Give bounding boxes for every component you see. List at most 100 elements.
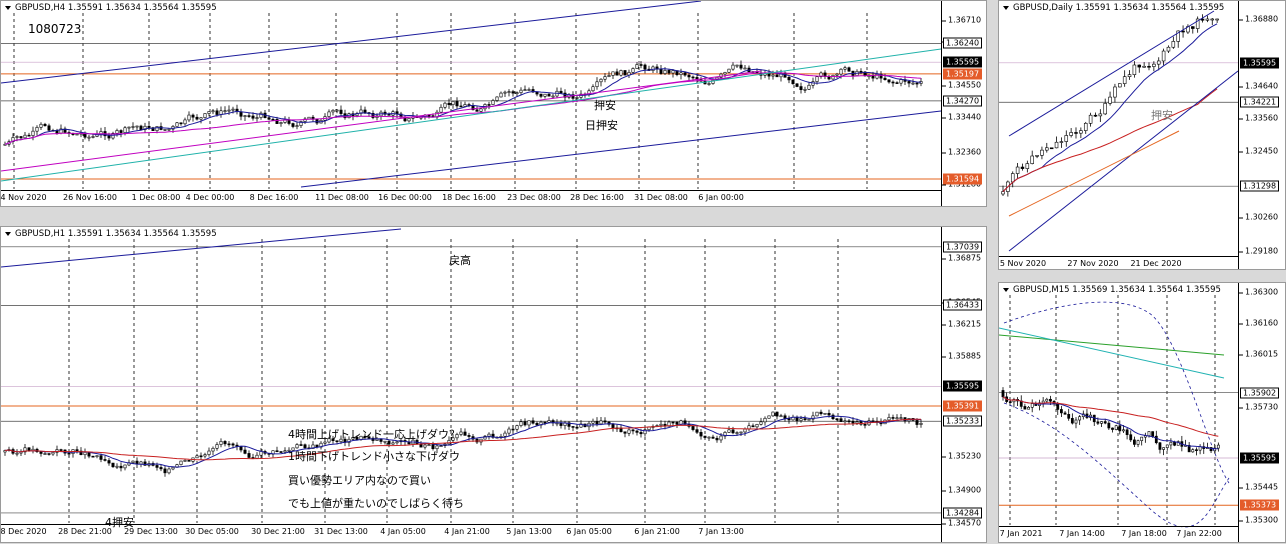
time-tick-label: 26 Nov 16:00 bbox=[63, 193, 117, 202]
h1-chart-canvas[interactable] bbox=[1, 227, 988, 544]
time-tick-label: 16 Dec 00:00 bbox=[378, 193, 432, 202]
candle-body bbox=[15, 452, 19, 455]
candle-body bbox=[455, 101, 459, 107]
candle-body bbox=[295, 125, 299, 127]
candle-body bbox=[1023, 406, 1027, 410]
candle-body bbox=[1049, 147, 1054, 150]
collapse-triangle-icon[interactable] bbox=[1003, 5, 1009, 10]
time-tick-label: 7 Jan 13:00 bbox=[698, 527, 744, 536]
price-level-label: 1.35391 bbox=[943, 400, 983, 412]
candle-body bbox=[1191, 26, 1195, 29]
time-tick-label: 21 Dec 2020 bbox=[1130, 259, 1182, 268]
candle-body bbox=[803, 88, 807, 91]
candle-body bbox=[743, 67, 747, 70]
candle-body bbox=[1162, 447, 1165, 450]
candle-body bbox=[623, 431, 627, 434]
candle-body bbox=[1078, 416, 1082, 421]
h1-annotation-modoritaka: 戻高 bbox=[449, 254, 471, 267]
candle-body bbox=[447, 102, 451, 105]
candle-body bbox=[323, 441, 327, 444]
trend-line bbox=[1008, 130, 1180, 217]
candle-body bbox=[791, 79, 795, 85]
candle-body bbox=[231, 108, 235, 111]
candle-body bbox=[1020, 166, 1025, 169]
candle-body bbox=[339, 109, 343, 114]
price-tick-label: 1.36160 bbox=[1238, 318, 1279, 328]
h4-time-axis[interactable]: 24 Nov 2020 26 Nov 16:00 1 Dec 08:00 4 Dec … bbox=[0, 190, 941, 205]
candle-body bbox=[255, 117, 259, 119]
time-tick-label: 30 Dec 21:00 bbox=[251, 527, 305, 536]
candle-body bbox=[1140, 436, 1144, 441]
collapse-triangle-icon[interactable] bbox=[5, 231, 11, 236]
h4-chart-title: GBPUSD,H4 1.35591 1.35634 1.35564 1.3559… bbox=[5, 3, 217, 13]
candle-body bbox=[1181, 30, 1185, 33]
candle-body bbox=[1132, 64, 1137, 75]
candle-body bbox=[175, 122, 179, 127]
candle-body bbox=[115, 130, 119, 134]
candle-body bbox=[775, 74, 779, 78]
h1-price-axis[interactable]: 1.368751.365451.362151.358851.352301.349… bbox=[941, 227, 989, 542]
candle-body bbox=[599, 78, 603, 83]
h1-comment-line-1: 4時間上げトレンド一応上げダウ？ bbox=[288, 428, 460, 441]
candle-body bbox=[171, 467, 175, 470]
daily-price-axis[interactable]: 1.36880 1.34640 1.33560 1.32450 1.30260 1.291… bbox=[1238, 1, 1286, 269]
candle-body bbox=[603, 420, 607, 423]
candle-body bbox=[1079, 130, 1083, 134]
candle-body bbox=[1015, 166, 1020, 174]
candle-body bbox=[131, 126, 135, 128]
candle-body bbox=[843, 420, 847, 423]
candle-body bbox=[487, 104, 491, 106]
candle-body bbox=[1103, 421, 1107, 424]
candle-body bbox=[259, 451, 263, 456]
candle-body bbox=[1045, 398, 1049, 402]
candle-body bbox=[1098, 113, 1103, 117]
candle-body bbox=[195, 116, 199, 120]
h1-time-axis[interactable]: 28 Dec 2020 28 Dec 21:00 29 Dec 13:00 30 De… bbox=[0, 524, 941, 539]
time-tick-label: 28 Dec 2020 bbox=[0, 527, 47, 536]
price-tick-label: 1.34550 bbox=[941, 80, 982, 90]
candle-body bbox=[155, 465, 159, 468]
candle-body bbox=[523, 89, 527, 91]
candle-body bbox=[1216, 444, 1220, 449]
h4-chart-canvas[interactable] bbox=[1, 1, 988, 208]
candle-body bbox=[439, 106, 443, 113]
daily-chart-title: GBPUSD,Daily 1.35591 1.35634 1.35564 1.3… bbox=[1003, 3, 1224, 13]
time-tick-label: 6 Jan 00:00 bbox=[698, 193, 744, 202]
m15-chart-panel[interactable]: GBPUSD,M15 1.35569 1.35634 1.35564 1.355… bbox=[998, 282, 1286, 543]
candle-body bbox=[299, 444, 303, 446]
candle-body bbox=[243, 449, 247, 454]
price-level-label: 1.35197 bbox=[943, 68, 983, 80]
m15-time-axis[interactable]: 7 Jan 2021 7 Jan 14:00 7 Jan 18:00 7 Jan 22… bbox=[999, 526, 1238, 541]
candle-body bbox=[271, 118, 275, 121]
candle-body bbox=[19, 136, 23, 139]
h4-chart-panel[interactable]: GBPUSD,H4 1.35591 1.35634 1.35564 1.3559… bbox=[0, 0, 987, 207]
time-tick-label: 6 Jan 21:00 bbox=[634, 527, 680, 536]
candle-body bbox=[547, 420, 551, 423]
candle-body bbox=[1035, 155, 1039, 157]
candle-body bbox=[1215, 18, 1219, 21]
m15-price-axis[interactable]: 1.36300 1.36160 1.36015 1.35730 1.35445 1.353… bbox=[1238, 283, 1286, 542]
candle-body bbox=[91, 136, 95, 138]
daily-chart-panel[interactable]: GBPUSD,Daily 1.35591 1.35634 1.35564 1.3… bbox=[998, 0, 1286, 270]
price-tick-label: 1.35230 bbox=[941, 451, 982, 461]
candle-body bbox=[1156, 60, 1161, 65]
daily-time-axis[interactable]: 5 Nov 2020 27 Nov 2020 21 Dec 2020 bbox=[999, 256, 1238, 271]
h1-chart-panel[interactable]: GBPUSD,H1 1.35591 1.35634 1.35564 1.3559… bbox=[0, 226, 987, 543]
candle-body bbox=[1060, 409, 1063, 414]
trend-line bbox=[1, 70, 762, 172]
candle-body bbox=[251, 115, 255, 119]
candle-body bbox=[607, 75, 611, 77]
indicator-line bbox=[999, 327, 1225, 379]
candle-body bbox=[743, 428, 747, 433]
candle-body bbox=[1111, 427, 1114, 430]
h1-comment-line-4: でも上値が重たいのでしばらく待ち bbox=[288, 497, 464, 510]
collapse-triangle-icon[interactable] bbox=[1003, 287, 1009, 292]
candle-body bbox=[1114, 425, 1118, 430]
h4-price-axis[interactable]: 1.367101.356301.345501.334401.323601.312… bbox=[941, 1, 989, 206]
candle-body bbox=[387, 114, 391, 116]
candle-body bbox=[919, 423, 923, 425]
candle-body bbox=[575, 97, 579, 99]
candle-body bbox=[659, 68, 663, 74]
candle-body bbox=[671, 70, 675, 74]
collapse-triangle-icon[interactable] bbox=[5, 5, 11, 10]
